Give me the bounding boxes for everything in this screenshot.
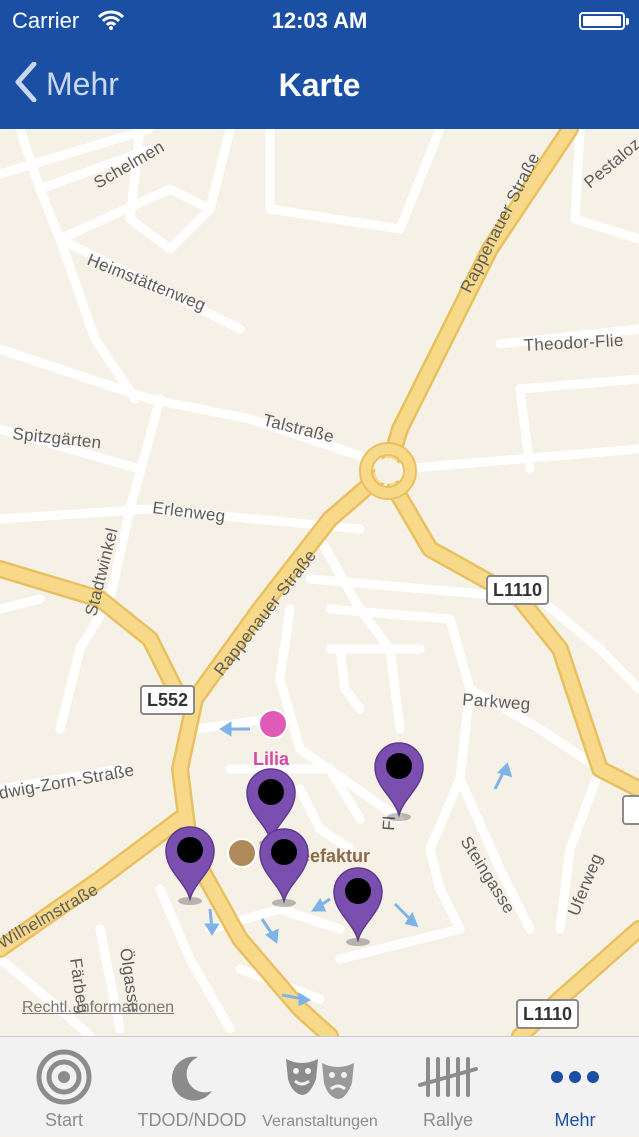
tab-rallye[interactable]: Rallye [384,1037,512,1137]
more-dots-icon [511,1049,639,1105]
tab-veranstaltungen-label: Veranstaltungen [262,1113,378,1130]
tab-tdod-ndod-label: TDOD/NDOD [137,1110,247,1130]
road-shield-l1110: L1110 [486,575,550,605]
street-label-erlenweg: Erlenweg [152,498,227,526]
status-bar: Carrier 12:03 AM [0,0,639,40]
tab-tdod-ndod[interactable]: TDOD/NDOD [128,1037,256,1137]
battery-icon [579,12,629,30]
street-label-talstrasse: Talstraße [261,410,336,446]
map-pin-3[interactable] [163,825,217,905]
map-view[interactable]: Rappenauer Straße Rappenauer Straße Heim… [0,129,639,1036]
theater-masks-icon [256,1049,384,1105]
road-shield-edge [622,795,639,825]
street-label-zorn: dwig-Zorn-Straße [0,760,136,803]
street-label-rappenauer-2: Rappenauer Straße [210,546,320,679]
tab-mehr-label: Mehr [554,1110,596,1130]
moon-icon [128,1049,256,1105]
map-pin-5[interactable] [331,866,385,946]
street-label-heimstaettenweg: Heimstättenweg [85,250,209,315]
tab-rallye-label: Rallye [422,1110,474,1130]
tab-mehr[interactable]: Mehr [511,1037,639,1137]
legal-information-link[interactable]: Rechtl. Informationen [22,999,174,1017]
street-label-rappenauer-1: Rappenauer Straße [457,150,544,296]
road-shield-l552: L552 [140,685,196,715]
target-icon [0,1049,128,1105]
street-label-theodor: Theodor-Flie [523,331,624,355]
tab-start-label: Start [44,1110,83,1130]
navigation-bar: Mehr Karte [0,40,639,129]
street-label-pestaloz: Pestaloz [580,134,639,192]
road-shield-l1110-south: L1110 [516,999,580,1029]
poi-lilia-icon[interactable] [258,709,288,739]
street-label-wilhelm: Wilhelmstraße [0,880,101,953]
tally-marks-icon [384,1049,512,1105]
map-pin-4[interactable] [257,827,311,907]
tab-start[interactable]: Start [0,1037,128,1137]
page-title: Karte [278,67,361,103]
clock: 12:03 AM [271,8,368,33]
tab-bar: Start TDOD/NDOD Veranstaltungen Rallye M… [0,1036,639,1136]
map-pin-1[interactable] [372,741,426,821]
tab-veranstaltungen[interactable]: Veranstaltungen [256,1037,384,1137]
